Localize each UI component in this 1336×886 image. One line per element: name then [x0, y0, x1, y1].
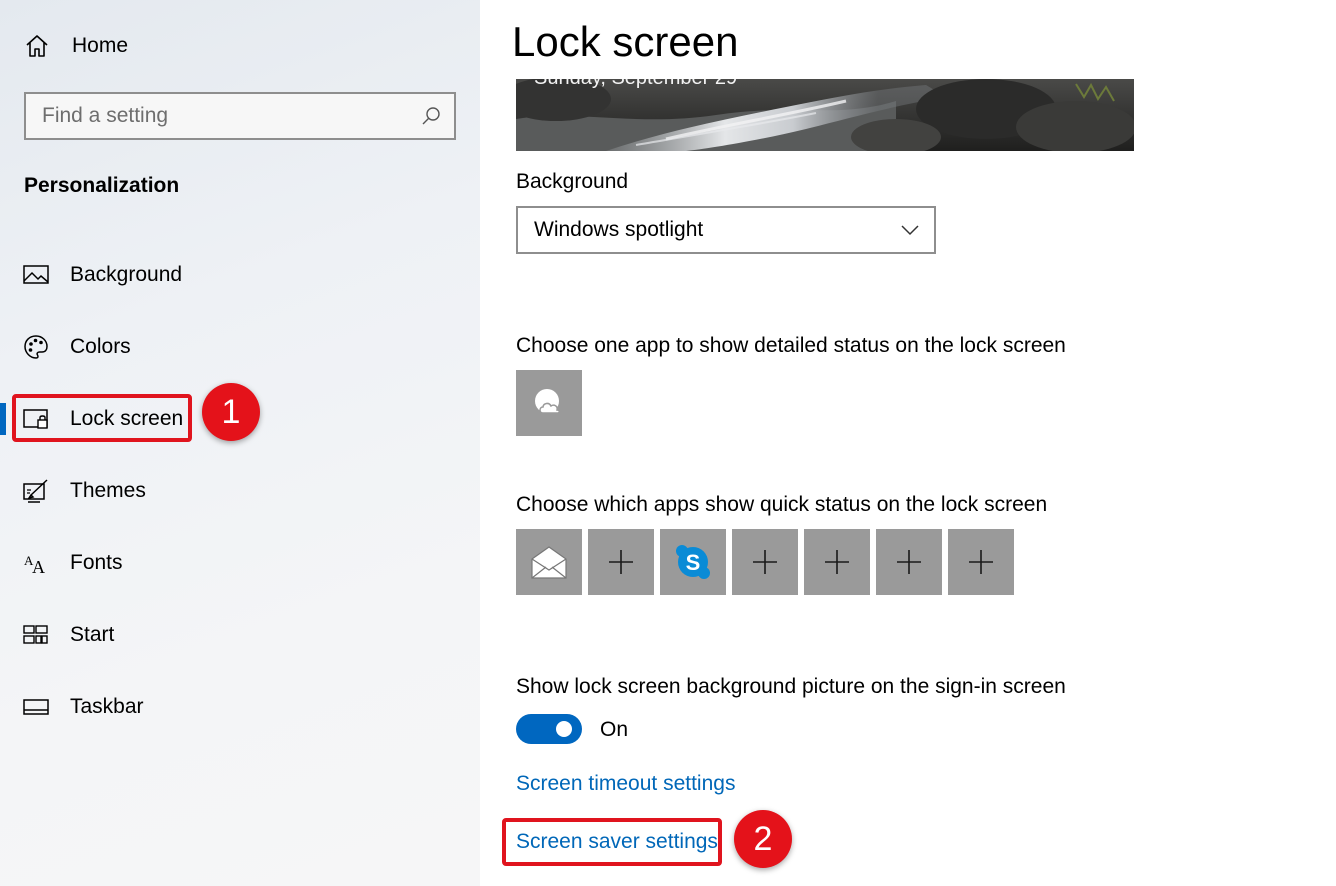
screen-timeout-settings-link[interactable]: Screen timeout settings [516, 772, 735, 796]
picture-icon [23, 265, 49, 284]
quick-status-tile-add[interactable] [732, 529, 798, 595]
sidebar-item-fonts[interactable]: A A Fonts [0, 541, 480, 585]
sidebar-item-label: Colors [70, 335, 131, 358]
home-icon [26, 35, 48, 57]
sidebar-item-label: Fonts [70, 551, 123, 574]
quick-status-label: Choose which apps show quick status on t… [516, 493, 1048, 516]
sidebar-item-taskbar[interactable]: Taskbar [0, 685, 480, 729]
start-icon [23, 625, 48, 644]
search-box[interactable] [24, 92, 456, 140]
annotation-highlight-screen-saver [502, 818, 722, 866]
sidebar-item-label: Themes [70, 479, 146, 502]
lock-screen-preview: Sunday, September 29 [516, 79, 1134, 151]
sidebar-item-background[interactable]: Background [0, 253, 480, 297]
sidebar-item-label: Background [70, 263, 183, 286]
svg-text:S: S [686, 550, 701, 575]
skype-icon: S [676, 545, 710, 579]
signin-background-label: Show lock screen background picture on t… [516, 675, 1066, 698]
taskbar-icon [23, 699, 49, 715]
home-label: Home [72, 34, 129, 57]
weather-icon [535, 389, 560, 414]
quick-status-tile-add[interactable] [876, 529, 942, 595]
page-title: Lock screen [512, 18, 739, 65]
plus-icon [969, 550, 993, 574]
quick-status-tile-add[interactable] [804, 529, 870, 595]
annotation-badge-2: 2 [734, 810, 792, 868]
sidebar-item-colors[interactable]: Colors [0, 325, 480, 369]
plus-icon [897, 550, 921, 574]
detailed-status-label: Choose one app to show detailed status o… [516, 334, 1066, 357]
main-content: Lock screen Background Windows spotlight… [480, 0, 1336, 886]
toggle-state-label: On [600, 718, 629, 741]
quick-status-tile-add[interactable] [948, 529, 1014, 595]
sidebar-item-label: Start [70, 623, 115, 646]
quick-status-tile-skype[interactable]: S [660, 529, 726, 595]
detailed-status-tile[interactable] [516, 370, 582, 436]
plus-icon [609, 550, 633, 574]
mail-icon [531, 546, 567, 579]
search-input[interactable] [42, 104, 420, 128]
themes-icon [23, 479, 48, 503]
fonts-icon: A A [24, 553, 45, 577]
signin-background-toggle[interactable] [516, 714, 582, 744]
sidebar-item-themes[interactable]: Themes [0, 469, 480, 513]
annotation-highlight-lock-screen [12, 394, 192, 442]
quick-status-tile-mail[interactable] [516, 529, 582, 595]
sidebar-item-start[interactable]: Start [0, 613, 480, 657]
search-icon[interactable] [420, 105, 442, 127]
section-title: Personalization [24, 174, 180, 197]
background-dropdown[interactable]: Windows spotlight [516, 206, 936, 254]
sidebar: Home Personalization Background Colors [0, 0, 480, 886]
chevron-down-icon [901, 225, 919, 236]
plus-icon [825, 550, 849, 574]
preview-date: Sunday, September 29 [534, 79, 737, 90]
palette-icon [24, 335, 48, 359]
background-dropdown-value: Windows spotlight [534, 218, 704, 241]
annotation-badge-1: 1 [202, 383, 260, 441]
home-nav-item[interactable]: Home [24, 28, 128, 64]
quick-status-tile-add[interactable] [588, 529, 654, 595]
background-label: Background [516, 170, 629, 193]
plus-icon [753, 550, 777, 574]
svg-text:A: A [32, 557, 45, 577]
sidebar-item-label: Taskbar [70, 695, 144, 718]
